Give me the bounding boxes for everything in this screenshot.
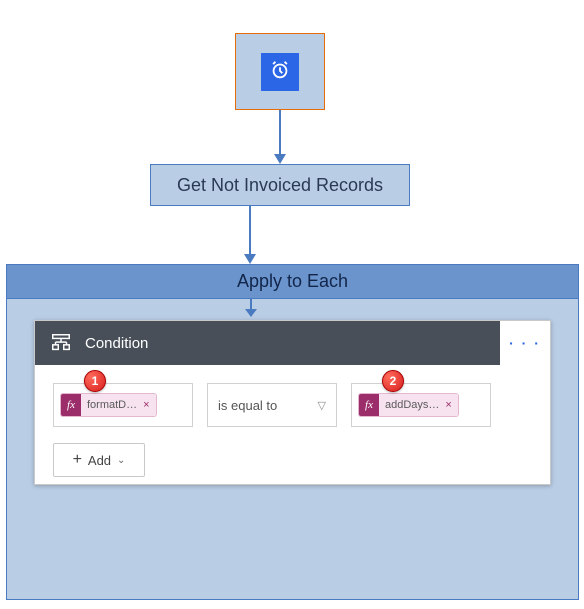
apply-to-each-title: Apply to Each (237, 271, 348, 292)
condition-left-operand[interactable]: 1 fx formatD… × (53, 383, 193, 427)
chevron-down-icon: ▽ (318, 399, 326, 412)
flow-arrow (250, 299, 252, 309)
condition-icon (47, 329, 75, 357)
token-label: formatD… (81, 394, 141, 416)
step-label: Get Not Invoiced Records (177, 175, 383, 196)
plus-icon: + (73, 452, 82, 468)
trigger-icon-tile (261, 53, 299, 91)
fx-icon: fx (359, 394, 379, 416)
annotation-badge-2: 2 (382, 370, 404, 392)
flow-arrow (279, 110, 281, 154)
fx-icon: fx (61, 394, 81, 416)
add-button-label: Add (88, 453, 111, 468)
token-remove-button[interactable]: × (443, 394, 457, 416)
condition-menu-button[interactable]: · · · (500, 321, 550, 365)
condition-title: Condition (85, 335, 538, 352)
alarm-clock-icon (269, 59, 291, 84)
condition-row: 1 fx formatD… × is equal to ▽ 2 f (53, 383, 532, 427)
flow-arrow (249, 206, 251, 254)
apply-to-each-header[interactable]: Apply to Each (7, 265, 578, 299)
condition-body: 1 fx formatD… × is equal to ▽ 2 f (35, 365, 550, 491)
step-get-not-invoiced[interactable]: Get Not Invoiced Records (150, 164, 410, 206)
condition-right-operand[interactable]: 2 fx addDays… × (351, 383, 491, 427)
operator-label: is equal to (218, 398, 277, 413)
condition-card: Condition · · · 1 fx formatD… × is equal… (34, 320, 551, 485)
expression-token-formatdatetime[interactable]: fx formatD… × (60, 393, 157, 417)
annotation-badge-1: 1 (84, 370, 106, 392)
trigger-step[interactable] (235, 33, 325, 110)
chevron-down-icon: ⌄ (117, 455, 125, 466)
condition-header[interactable]: Condition (35, 321, 550, 365)
add-condition-button[interactable]: + Add ⌄ (53, 443, 145, 477)
condition-operator-select[interactable]: is equal to ▽ (207, 383, 337, 427)
token-label: addDays… (379, 394, 443, 416)
expression-token-adddays[interactable]: fx addDays… × (358, 393, 459, 417)
token-remove-button[interactable]: × (141, 394, 155, 416)
apply-to-each-container: Apply to Each Condition · · · (6, 264, 579, 600)
ellipsis-icon: · · · (509, 335, 541, 351)
